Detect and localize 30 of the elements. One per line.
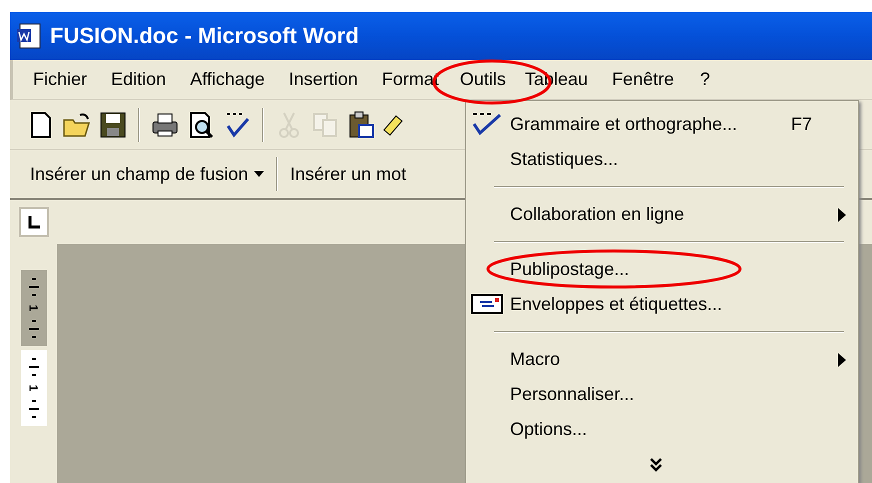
menu-item[interactable]: Options... — [510, 419, 846, 440]
shortcut-label: F7 — [790, 114, 812, 135]
menu-bar-item[interactable]: Fichier — [27, 63, 94, 96]
left-tab-icon — [26, 215, 40, 229]
ruler-number: 1 — [28, 384, 40, 392]
menu-bar-item[interactable]: Affichage — [184, 63, 271, 96]
word-document-icon — [16, 23, 42, 49]
menu-bar-item[interactable]: Fenêtre — [606, 63, 680, 96]
menu-item[interactable]: Collaboration en ligne — [510, 204, 838, 225]
expand-chevron-icon[interactable] — [649, 456, 663, 472]
window-title: FUSION.doc - Microsoft Word — [50, 23, 359, 49]
envelope-icon — [470, 291, 504, 317]
menu-item[interactable]: Statistiques... — [510, 149, 846, 170]
menu-bar-item[interactable]: Insertion — [282, 63, 364, 96]
menu-item[interactable]: Enveloppes et étiquettes... — [510, 294, 846, 315]
submenu-arrow-icon — [838, 352, 846, 366]
tab-stop-selector[interactable] — [18, 207, 48, 237]
menu-bar-item[interactable]: ? — [694, 63, 716, 96]
caret-icon — [254, 171, 264, 177]
submenu-arrow-icon — [838, 208, 846, 222]
menu-item[interactable]: Grammaire et orthographe... — [510, 114, 791, 135]
menu-item[interactable]: Publipostage... — [510, 259, 846, 280]
toolbar-button[interactable]: Insérer un champ de fusion — [22, 160, 272, 188]
spelling-check-icon — [470, 111, 504, 137]
menu-bar-item[interactable]: Edition — [105, 63, 172, 96]
toolbar-button[interactable]: Insérer un mot — [282, 160, 414, 188]
menu-item[interactable]: Macro — [510, 349, 838, 370]
ruler-number: 1 — [28, 304, 40, 312]
save-icon[interactable] — [98, 110, 128, 140]
menu-item[interactable]: Personnaliser... — [510, 384, 846, 405]
